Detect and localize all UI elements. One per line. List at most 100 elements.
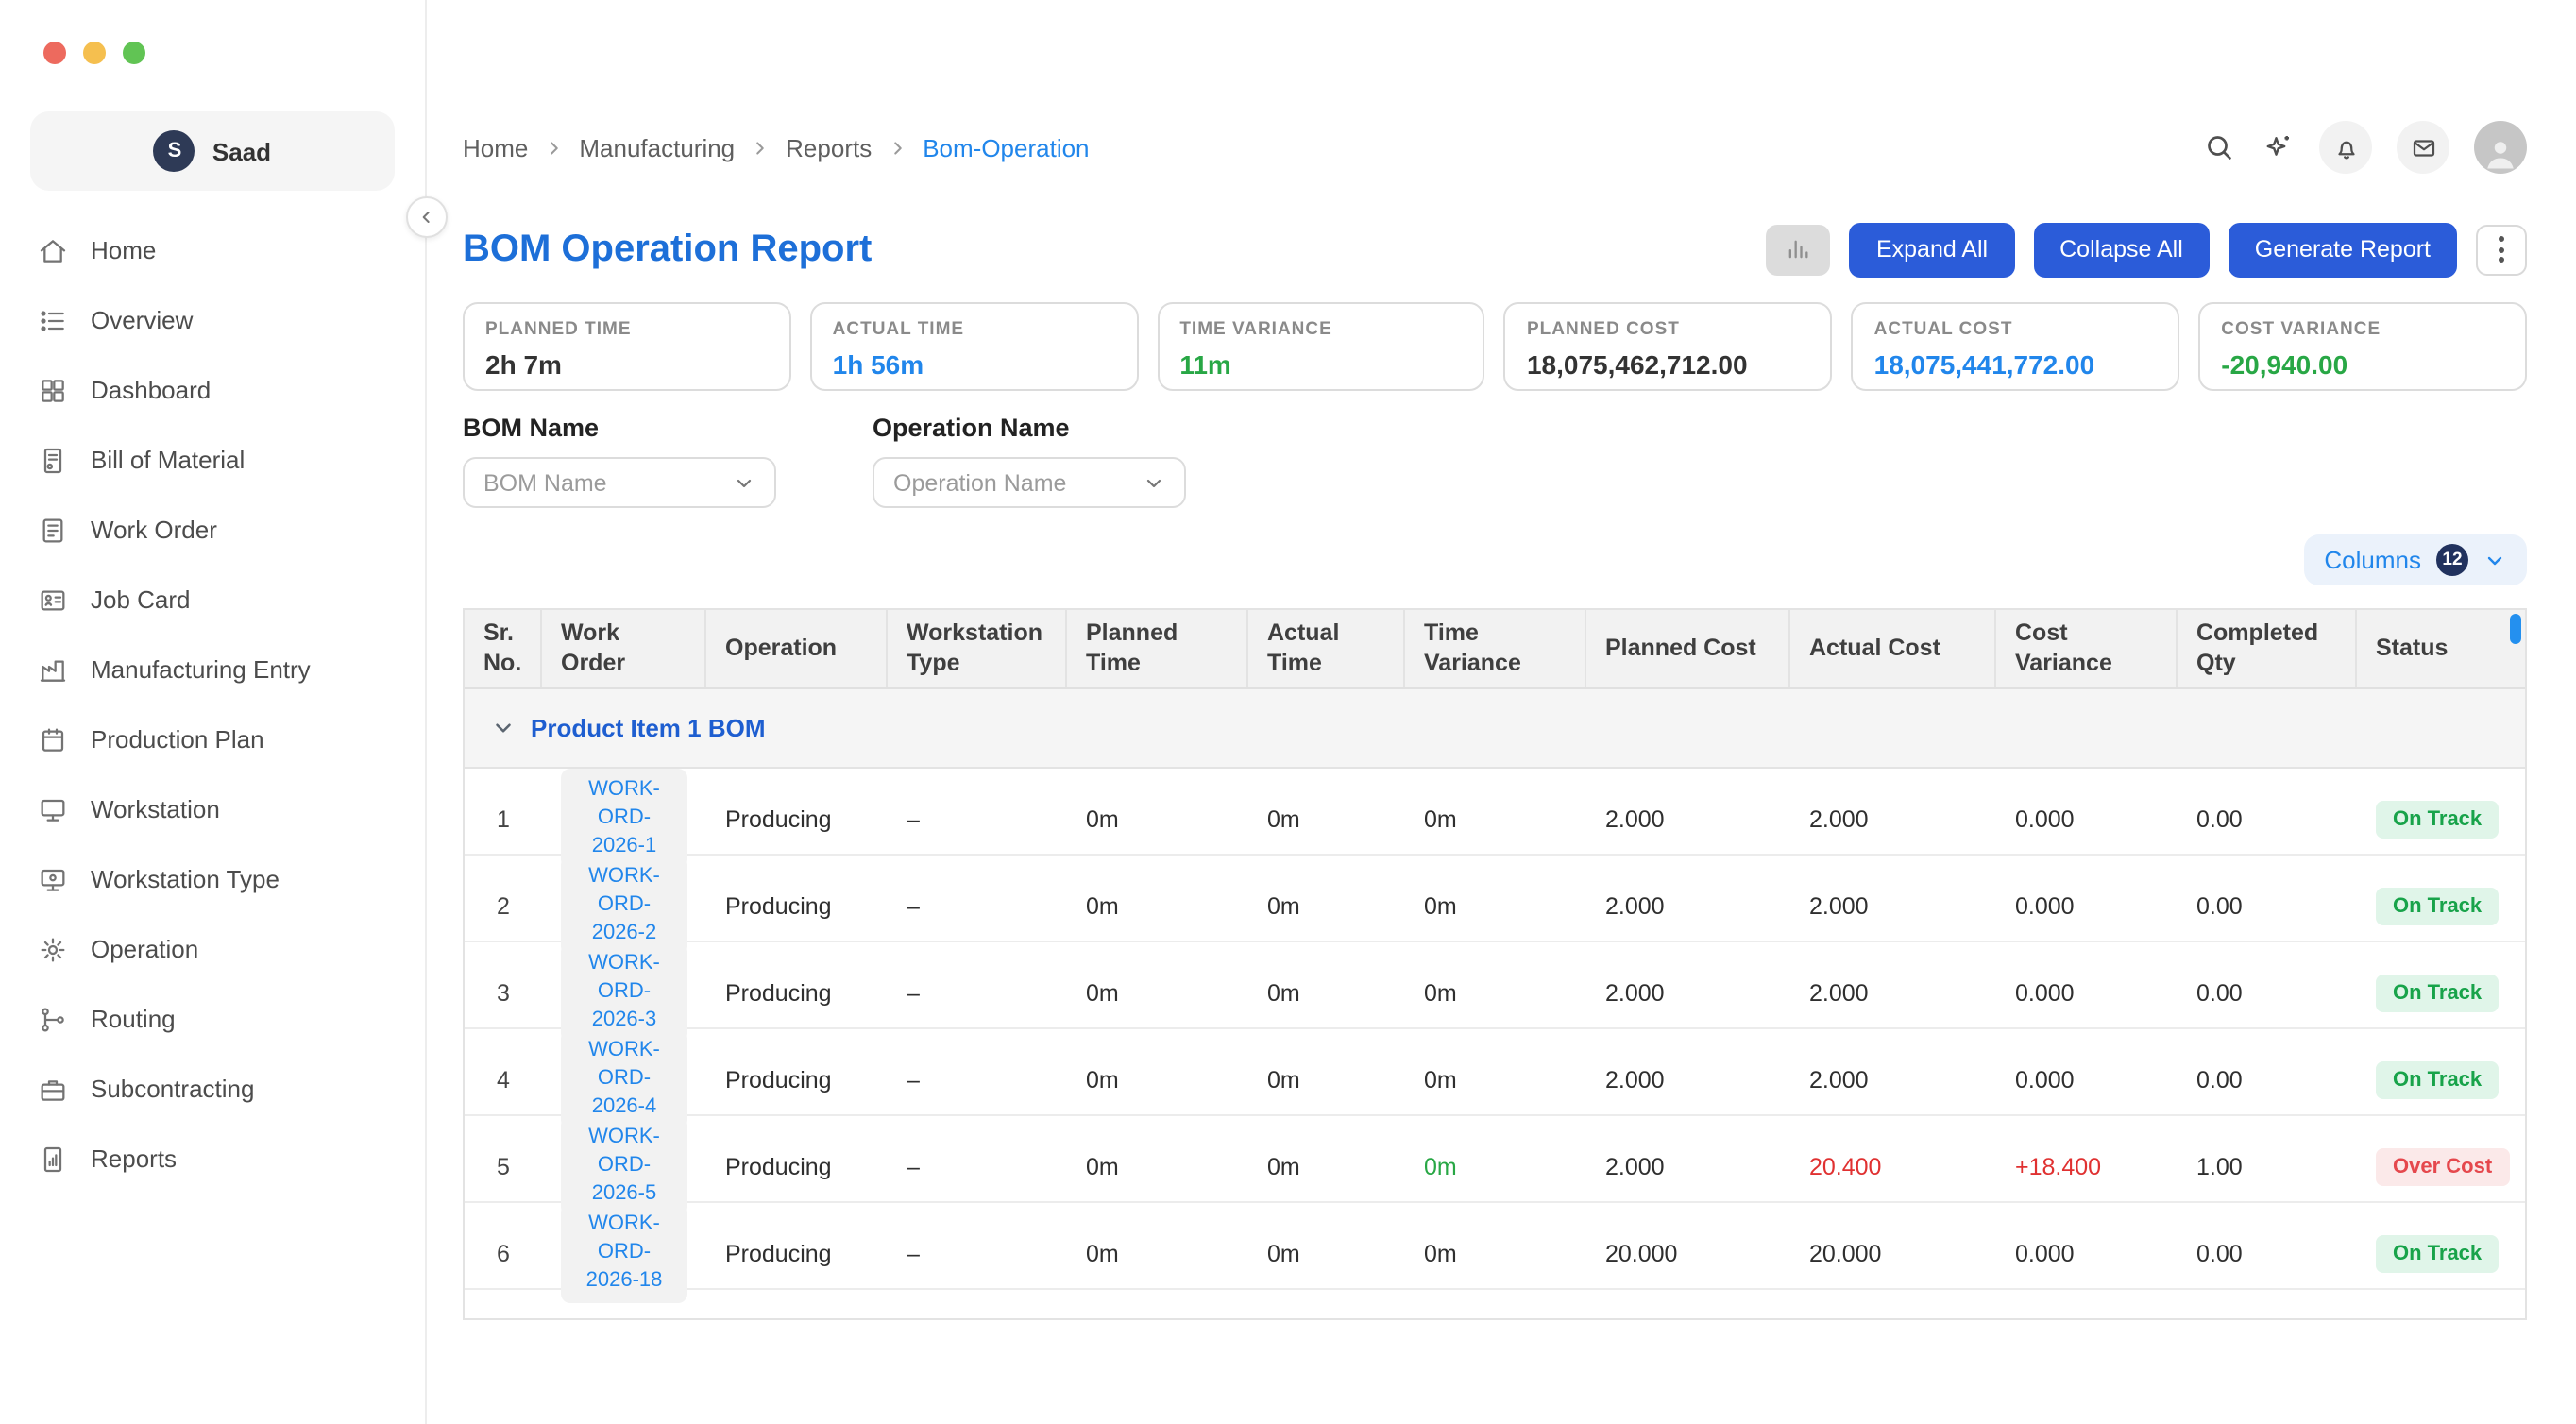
sidebar-collapse-button[interactable] — [406, 196, 448, 238]
sidebar-item-label: Reports — [91, 1144, 177, 1173]
cell-sr-no: 3 — [465, 979, 542, 1006]
cell-workstation-type: – — [888, 805, 1067, 832]
work-order-link[interactable]: WORK-ORD-2026-1 — [561, 770, 687, 869]
breadcrumb-reports[interactable]: Reports — [786, 133, 872, 161]
chart-view-button[interactable] — [1767, 224, 1831, 275]
chevron-down-icon — [2483, 549, 2506, 571]
cell-planned-time: 0m — [1067, 979, 1248, 1006]
cell-planned-cost: 2.000 — [1586, 1066, 1790, 1093]
sidebar-item-workstation-type[interactable]: Workstation Type — [0, 844, 425, 914]
window-minimize-button[interactable] — [83, 42, 106, 64]
sparkle-ai-icon[interactable] — [2261, 130, 2295, 164]
cell-work-order: WORK-ORD-2026-4 — [542, 1030, 706, 1129]
column-header-planned-cost: Planned Cost — [1586, 610, 1790, 688]
work-order-link[interactable]: WORK-ORD-2026-2 — [561, 856, 687, 956]
vertical-scrollbar-thumb[interactable] — [2510, 614, 2521, 644]
collapse-all-button[interactable]: Collapse All — [2033, 222, 2210, 277]
breadcrumb: Home Manufacturing Reports Bom-Operation — [463, 133, 1090, 161]
cell-actual-time: 0m — [1248, 892, 1405, 919]
sidebar-item-operation[interactable]: Operation — [0, 914, 425, 984]
operation-name-label: Operation Name — [873, 414, 1186, 442]
cell-cost-variance: 0.000 — [1996, 1240, 2178, 1266]
search-icon[interactable] — [2202, 130, 2236, 164]
table-row: 1 WORK-ORD-2026-1 Producing – 0m 0m 0m 2… — [465, 770, 2525, 856]
work-order-link[interactable]: WORK-ORD-2026-3 — [561, 943, 687, 1043]
cell-operation: Producing — [706, 979, 888, 1006]
cell-time-variance: 0m — [1405, 979, 1586, 1006]
breadcrumb-home[interactable]: Home — [463, 133, 528, 161]
columns-count-badge: 12 — [2436, 544, 2468, 576]
bom-name-select[interactable]: BOM Name — [463, 457, 776, 508]
breadcrumb-manufacturing[interactable]: Manufacturing — [579, 133, 735, 161]
expand-all-button[interactable]: Expand All — [1850, 222, 2014, 277]
user-name: Saad — [212, 137, 271, 165]
subcontracting-icon — [38, 1074, 68, 1104]
generate-report-button[interactable]: Generate Report — [2229, 222, 2457, 277]
cell-work-order: WORK-ORD-2026-5 — [542, 1117, 706, 1216]
reports-icon — [38, 1144, 68, 1174]
sidebar-item-workstation[interactable]: Workstation — [0, 774, 425, 844]
window-close-button[interactable] — [43, 42, 66, 64]
sidebar-item-overview[interactable]: Overview — [0, 285, 425, 355]
sidebar-item-home[interactable]: Home — [0, 215, 425, 285]
sidebar-item-label: Dashboard — [91, 376, 211, 404]
operation-name-select[interactable]: Operation Name — [873, 457, 1186, 508]
group-row-product-item-1-bom[interactable]: Product Item 1 BOM — [465, 690, 2525, 770]
cell-operation: Producing — [706, 805, 888, 832]
cell-planned-time: 0m — [1067, 892, 1248, 919]
status-badge: On Track — [2376, 887, 2499, 924]
cell-actual-time: 0m — [1248, 1240, 1405, 1266]
work-order-link[interactable]: WORK-ORD-2026-4 — [561, 1030, 687, 1129]
cell-sr-no: 2 — [465, 892, 542, 919]
cell-operation: Producing — [706, 1240, 888, 1266]
table-row: 6 WORK-ORD-2026-18 Producing – 0m 0m 0m … — [465, 1204, 2525, 1291]
work-order-link[interactable]: WORK-ORD-2026-18 — [561, 1204, 687, 1303]
sidebar-item-routing[interactable]: Routing — [0, 984, 425, 1054]
stat-card-planned-time: PLANNED TIME 2h 7m — [463, 302, 791, 391]
breadcrumb-bom-operation[interactable]: Bom-Operation — [923, 133, 1089, 161]
profile-avatar[interactable] — [2474, 121, 2527, 174]
kebab-icon — [2499, 236, 2504, 242]
sidebar-item-bill-of-material[interactable]: Bill of Material — [0, 425, 425, 495]
bill-of-material-icon — [38, 445, 68, 475]
cell-actual-time: 0m — [1248, 979, 1405, 1006]
cell-work-order: WORK-ORD-2026-3 — [542, 943, 706, 1043]
sidebar-item-work-order[interactable]: Work Order — [0, 495, 425, 565]
column-header-actual-cost: Actual Cost — [1790, 610, 1996, 688]
cell-planned-cost: 2.000 — [1586, 805, 1790, 832]
work-order-link[interactable]: WORK-ORD-2026-5 — [561, 1117, 687, 1216]
more-options-button[interactable] — [2476, 224, 2527, 275]
bom-name-label: BOM Name — [463, 414, 776, 442]
cell-sr-no: 6 — [465, 1240, 542, 1266]
columns-row: Columns 12 — [463, 534, 2527, 585]
sidebar: S Saad Home Overview Dashboard Bill of M… — [0, 0, 427, 1424]
sidebar-item-label: Manufacturing Entry — [91, 655, 311, 684]
messages-button[interactable] — [2397, 121, 2449, 174]
notifications-button[interactable] — [2319, 121, 2372, 174]
sidebar-item-manufacturing-entry[interactable]: Manufacturing Entry — [0, 635, 425, 704]
stat-card-time-variance: TIME VARIANCE 11m — [1157, 302, 1485, 391]
cell-actual-cost: 2.000 — [1790, 979, 1996, 1006]
cell-planned-time: 0m — [1067, 805, 1248, 832]
sidebar-item-production-plan[interactable]: Production Plan — [0, 704, 425, 774]
cell-time-variance: 0m — [1405, 892, 1586, 919]
cell-cost-variance: 0.000 — [1996, 979, 2178, 1006]
cell-cost-variance: +18.400 — [1996, 1153, 2178, 1179]
cell-completed-qty: 0.00 — [2178, 1066, 2357, 1093]
sidebar-item-dashboard[interactable]: Dashboard — [0, 355, 425, 425]
sidebar-item-reports[interactable]: Reports — [0, 1124, 425, 1194]
chevron-left-icon — [417, 208, 436, 227]
sidebar-item-subcontracting[interactable]: Subcontracting — [0, 1054, 425, 1124]
sidebar-item-job-card[interactable]: Job Card — [0, 565, 425, 635]
cell-sr-no: 5 — [465, 1153, 542, 1179]
work-order-icon — [38, 515, 68, 545]
stat-card-actual-time: ACTUAL TIME 1h 56m — [810, 302, 1139, 391]
kebab-icon — [2499, 257, 2504, 263]
stat-label: PLANNED TIME — [485, 319, 769, 340]
user-card[interactable]: S Saad — [30, 111, 395, 191]
bom-name-filter: BOM Name BOM Name — [463, 414, 776, 508]
stat-label: PLANNED COST — [1527, 319, 1810, 340]
columns-button[interactable]: Columns 12 — [2303, 534, 2527, 585]
stat-label: TIME VARIANCE — [1179, 319, 1463, 340]
window-maximize-button[interactable] — [123, 42, 145, 64]
